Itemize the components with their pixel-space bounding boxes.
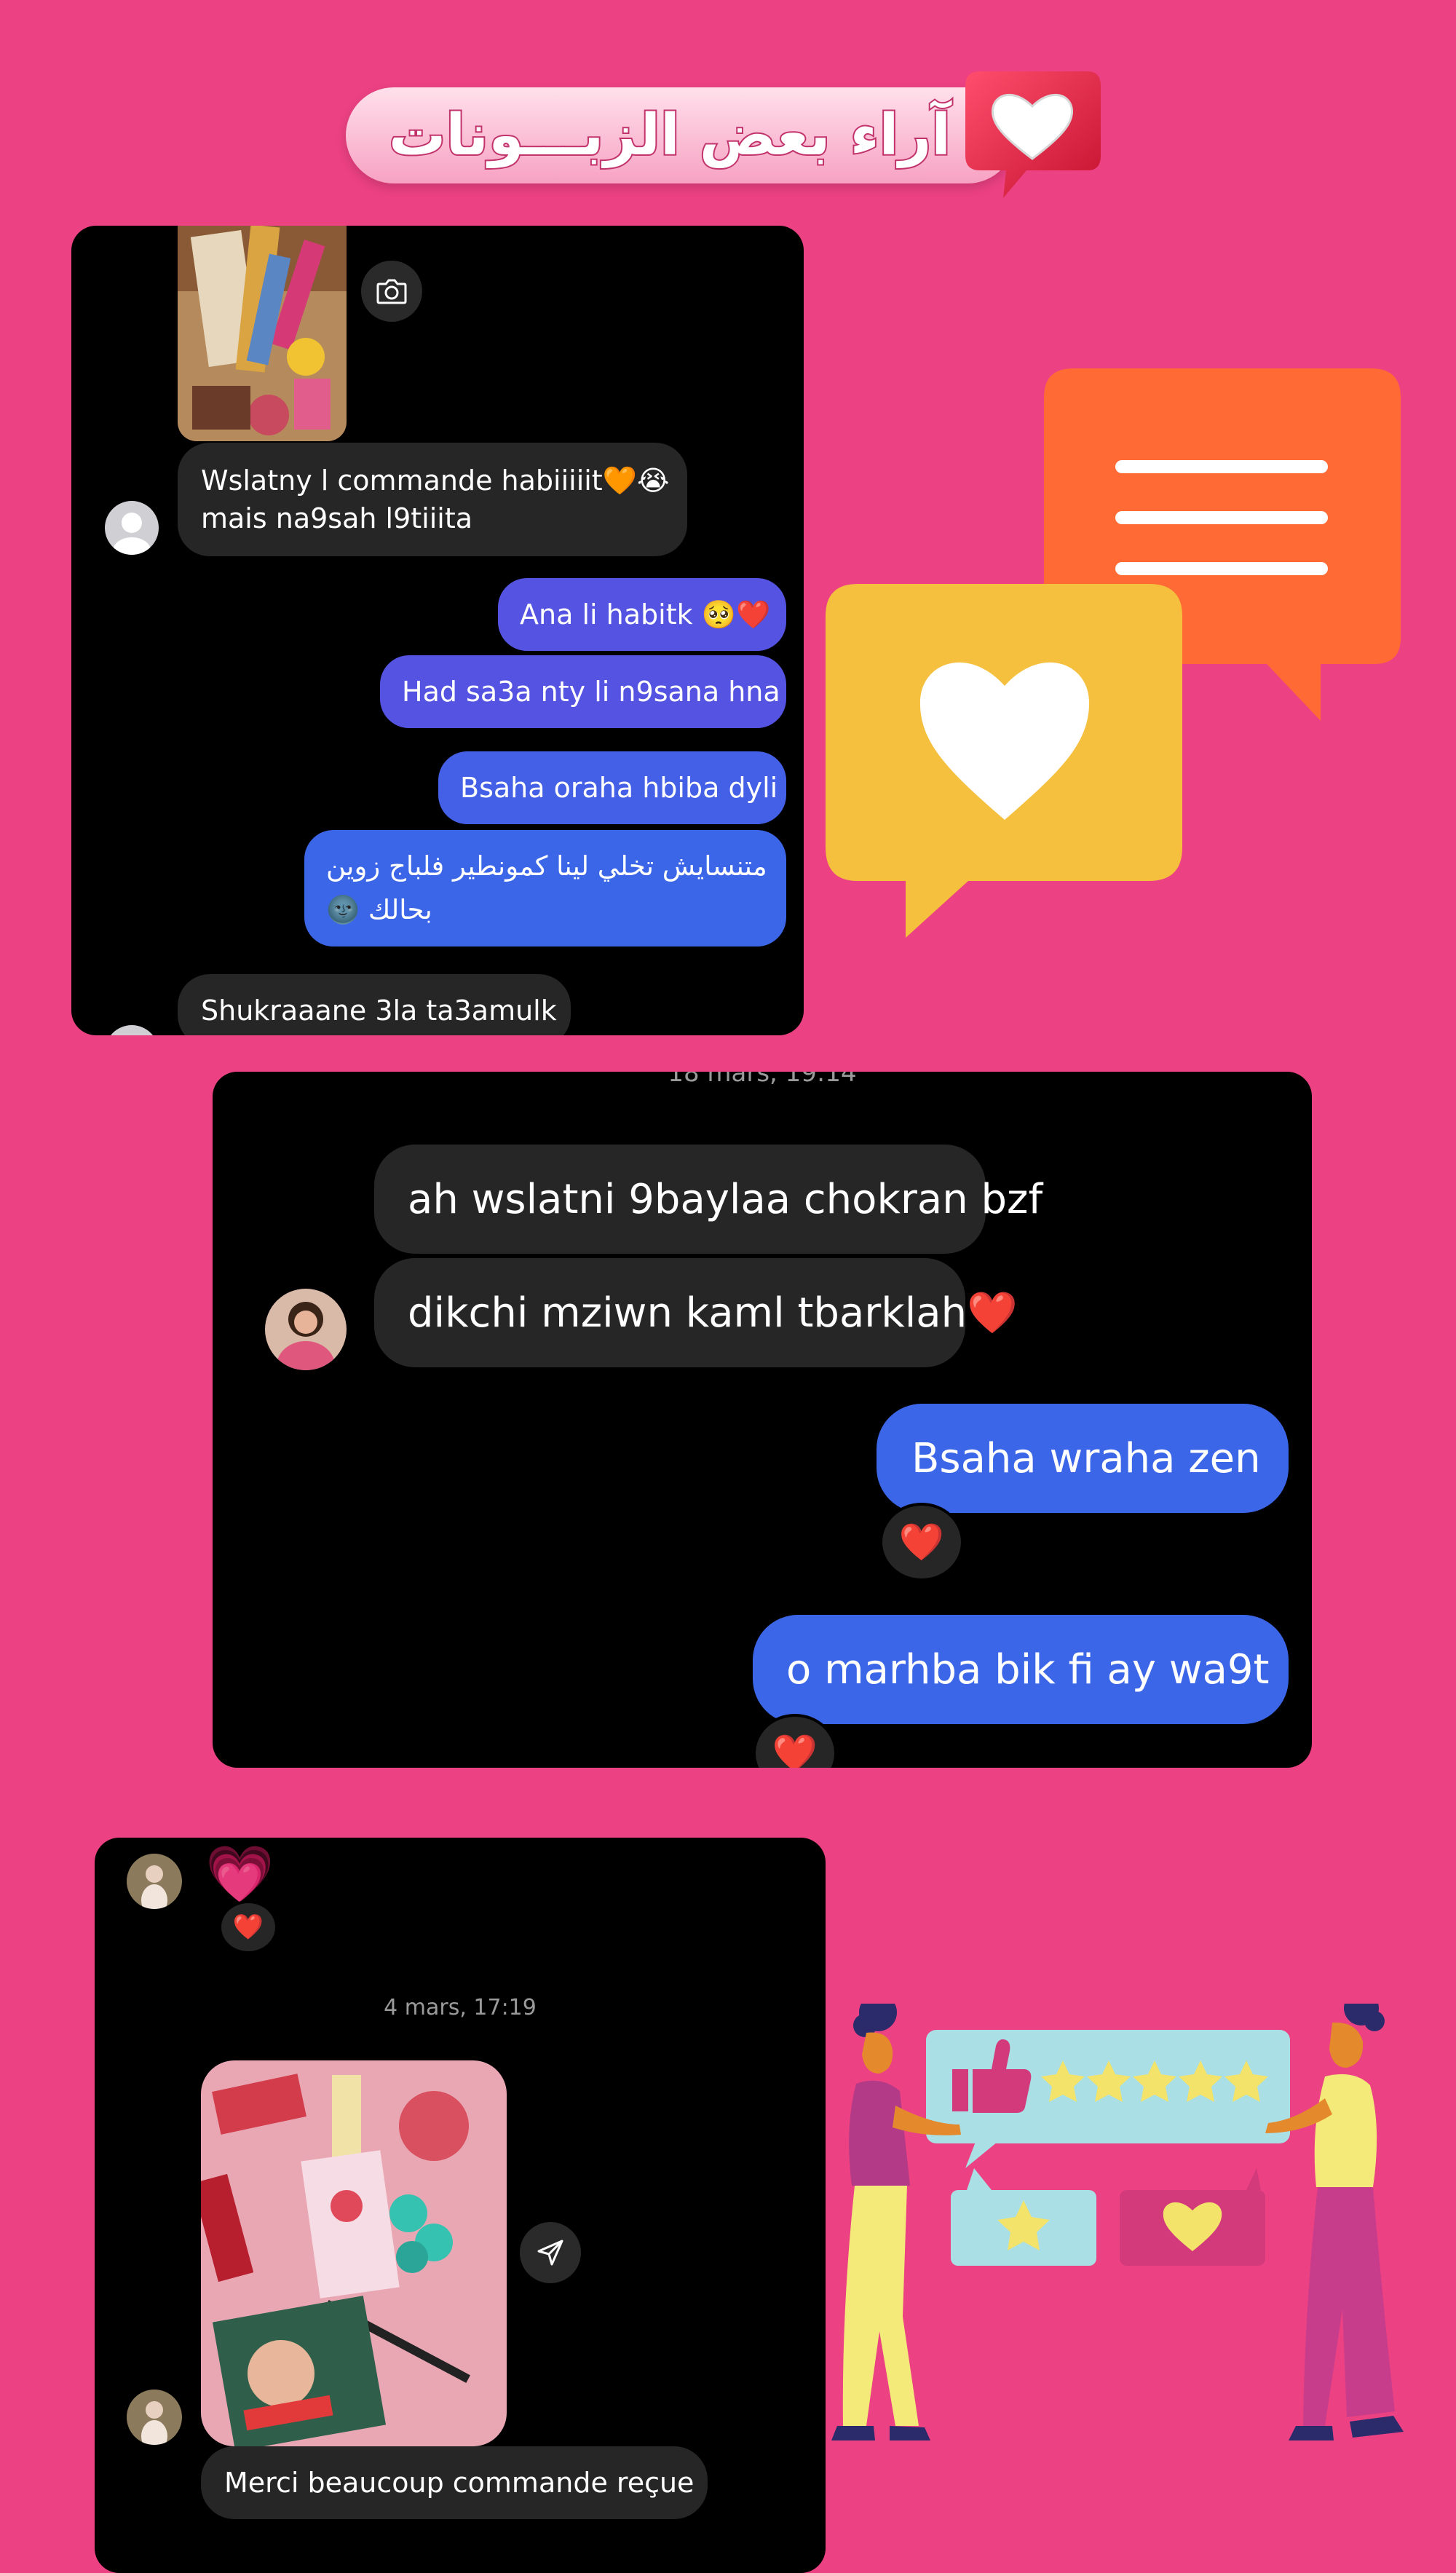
incoming-message[interactable]: Shukraaane 3la ta3amulk bbox=[178, 974, 571, 1035]
send-icon bbox=[537, 2240, 563, 2266]
camera-icon bbox=[376, 279, 407, 304]
reaction-badge[interactable]: ❤️ bbox=[218, 1900, 278, 1954]
rating-board bbox=[926, 2030, 1290, 2168]
outgoing-message[interactable]: Bsaha oraha hbiba dyli bbox=[438, 751, 786, 824]
outgoing-message[interactable]: o marhba bik fi ay wa9t bbox=[753, 1615, 1289, 1724]
chat-screenshot-3: 💗 ❤️ 4 mars, 17:19 Merci beaucoup comman… bbox=[95, 1838, 826, 2573]
sticker-heart-icon[interactable]: 💗 bbox=[205, 1841, 274, 1908]
header-title: آراء بعض الزبـــونات bbox=[387, 101, 952, 170]
message-text-line: بحالك 🌚 bbox=[326, 894, 432, 925]
message-text: Bsaha oraha hbiba dyli bbox=[460, 772, 778, 804]
timestamp: 18 mars, 19:14 bbox=[668, 1072, 857, 1088]
message-text-line: متنسايش تخلي لينا كمونطير فلباج زوين bbox=[326, 850, 767, 882]
avatar[interactable] bbox=[105, 1025, 159, 1035]
message-text: Bsaha wraha zen bbox=[911, 1434, 1261, 1482]
outgoing-message[interactable]: Had sa3a nty li n9sana hna bbox=[380, 655, 786, 728]
message-text: Merci beaucoup commande reçue bbox=[224, 2467, 695, 2499]
heart-chat-icon bbox=[826, 584, 1182, 938]
incoming-message[interactable]: ah wslatni 9baylaa chokran bzf bbox=[374, 1145, 1042, 1254]
message-text: Ana li habitk 🥺❤️ bbox=[520, 598, 771, 631]
message-text: dikchi mziwn kaml tbarklah❤️ bbox=[408, 1289, 1018, 1337]
message-text: Shukraaane 3la ta3amulk bbox=[201, 995, 557, 1027]
chat-screenshot-1: Wslatny l commande habiiiiit🧡😭 mais na9s… bbox=[71, 226, 804, 1035]
reaction-heart: ❤️ bbox=[772, 1731, 818, 1768]
incoming-message[interactable]: Merci beaucoup commande reçue bbox=[201, 2446, 708, 2519]
avatar[interactable] bbox=[105, 501, 159, 555]
message-text: o marhba bik fi ay wa9t bbox=[786, 1645, 1270, 1693]
reaction-heart: ❤️ bbox=[232, 1913, 264, 1942]
product-photo bbox=[178, 226, 347, 441]
timestamp: 4 mars, 17:19 bbox=[384, 1995, 537, 2020]
camera-button[interactable] bbox=[361, 261, 422, 322]
avatar[interactable] bbox=[265, 1289, 347, 1370]
outgoing-message[interactable]: Ana li habitk 🥺❤️ bbox=[498, 578, 786, 651]
outgoing-message[interactable]: Bsaha wraha zen bbox=[877, 1404, 1289, 1513]
incoming-message[interactable]: dikchi mziwn kaml tbarklah❤️ bbox=[374, 1258, 1018, 1367]
avatar[interactable] bbox=[127, 2390, 182, 2445]
incoming-message[interactable]: Wslatny l commande habiiiiit🧡😭 mais na9s… bbox=[178, 443, 687, 556]
product-photo[interactable] bbox=[201, 2060, 507, 2446]
reaction-heart: ❤️ bbox=[898, 1520, 945, 1563]
chat-screenshot-2: 18 mars, 19:14 ah wslatni 9baylaa chokra… bbox=[213, 1072, 1312, 1768]
message-text: ah wslatni 9baylaa chokran bzf bbox=[408, 1175, 1043, 1223]
avatar[interactable] bbox=[127, 1854, 182, 1909]
outgoing-message[interactable]: متنسايش تخلي لينا كمونطير فلباج زوين بحا… bbox=[304, 830, 786, 946]
review-illustration bbox=[831, 2004, 1404, 2440]
message-text-line: Wslatny l commande habiiiiit🧡😭 bbox=[201, 465, 670, 497]
message-text-line: mais na9sah l9tiiita bbox=[201, 502, 473, 534]
reaction-badge[interactable]: ❤️ bbox=[879, 1503, 964, 1581]
message-text: Had sa3a nty li n9sana hna bbox=[402, 676, 780, 708]
share-button[interactable] bbox=[520, 2222, 581, 2283]
heart-badge-icon bbox=[965, 71, 1101, 198]
